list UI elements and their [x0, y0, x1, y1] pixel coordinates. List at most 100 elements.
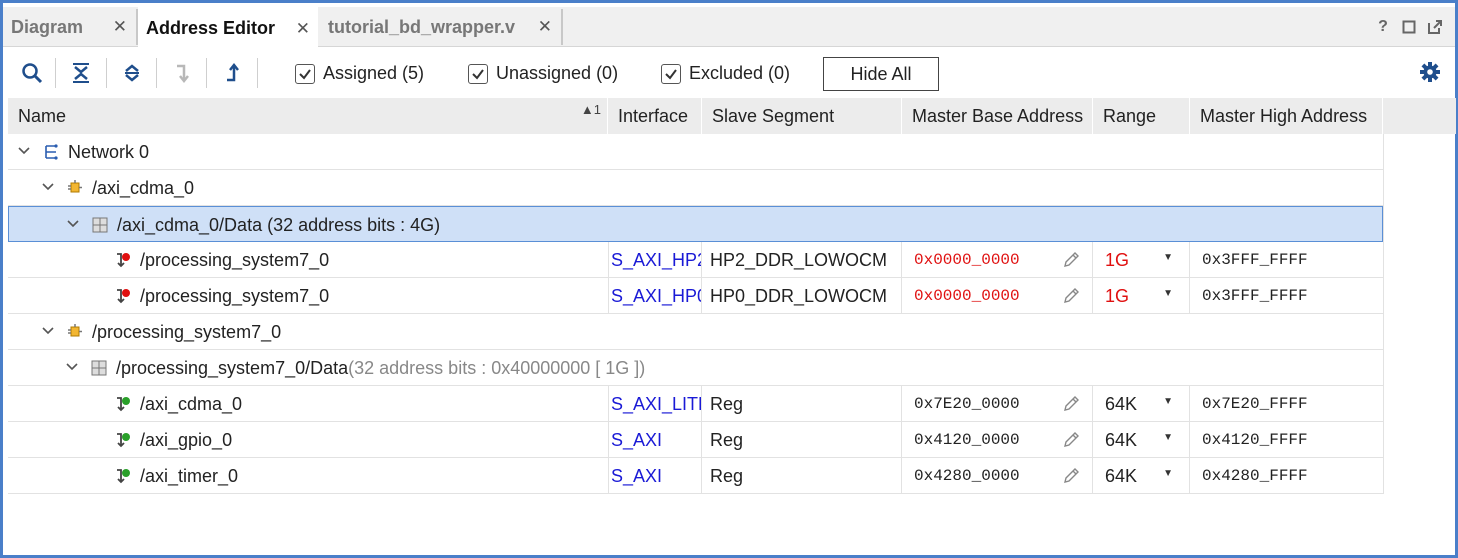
tab-label: Diagram [11, 16, 84, 37]
help-icon[interactable]: ? [1375, 18, 1391, 35]
toolbar-separator [206, 58, 207, 88]
pencil-icon[interactable] [1062, 251, 1080, 269]
column-header-range[interactable]: Range [1093, 98, 1190, 134]
filter-assigned-label: Assigned (5) [323, 63, 425, 83]
slave-green-icon [114, 467, 132, 485]
slave-segment-cell: Reg [702, 386, 902, 422]
master-base-address-cell[interactable]: 0x4120_0000 [902, 422, 1093, 458]
slave-segment-cell: Reg [702, 422, 902, 458]
move-down-icon [167, 58, 197, 88]
pencil-icon[interactable] [1062, 395, 1080, 413]
name-cell: /processing_system7_0 [8, 278, 608, 314]
hide-all-button[interactable]: Hide All [823, 57, 939, 91]
name-cell: /axi_gpio_0 [8, 422, 608, 458]
column-header-label: Master High Address [1200, 105, 1368, 126]
table-row[interactable]: /processing_system7_0 S_AXI_HP2 HP2_DDR_… [8, 242, 1383, 278]
tree-label: /axi_cdma_0 [92, 177, 195, 198]
column-header-master-base-address[interactable]: Master Base Address [902, 98, 1093, 134]
column-header-label: Master Base Address [912, 105, 1084, 126]
pencil-icon[interactable] [1062, 431, 1080, 449]
dropdown-arrow-icon: ▼ [1163, 252, 1173, 263]
pencil-icon[interactable] [1062, 467, 1080, 485]
table-row[interactable]: /processing_system7_0/Data (32 address b… [8, 350, 1383, 386]
table-row[interactable]: /processing_system7_0 [8, 314, 1383, 350]
master-high-address-cell: 0x3FFF_FFFF [1202, 251, 1308, 269]
close-icon[interactable]: ✕ [296, 19, 310, 39]
dropdown-arrow-icon: ▼ [1163, 288, 1173, 299]
master-high-address-cell: 0x7E20_FFFF [1202, 395, 1308, 413]
filter-unassigned[interactable]: Unassigned (0) [468, 63, 618, 84]
range-dropdown[interactable]: 1G ▼ [1093, 278, 1190, 314]
tab-diagram[interactable]: Diagram ✕ [3, 7, 135, 47]
float-icon[interactable] [1427, 19, 1443, 35]
checkbox-unassigned[interactable] [468, 63, 488, 84]
column-header-interface[interactable]: Interface [608, 98, 702, 134]
restore-icon[interactable] [1401, 19, 1417, 35]
checkbox-assigned[interactable] [295, 63, 315, 84]
table-row[interactable]: /axi_cdma_0/Data (32 address bits : 4G) [8, 206, 1383, 242]
search-icon[interactable] [17, 58, 47, 88]
table-row[interactable]: /axi_cdma_0 S_AXI_LITE Reg 0x7E20_0000 6… [8, 386, 1383, 422]
filter-excluded[interactable]: Excluded (0) [661, 63, 790, 84]
table-row[interactable]: Network 0 [8, 134, 1383, 170]
pencil-icon[interactable] [1062, 287, 1080, 305]
chevron-down-icon[interactable] [64, 359, 80, 375]
base-address-value: 0x7E20_0000 [914, 395, 1020, 413]
range-dropdown[interactable]: 64K ▼ [1093, 386, 1190, 422]
column-header-name[interactable]: Name ▲1 [8, 98, 608, 134]
interface-cell: S_AXI_HP0 [608, 278, 702, 314]
interface-cell: S_AXI_LITE [608, 386, 702, 422]
gear-icon[interactable] [1418, 60, 1442, 84]
table-header: Name ▲1 Interface Slave Segment Master B… [8, 98, 1456, 134]
tab-bar: Diagram ✕ Address Editor ✕ tutorial_bd_w… [3, 7, 1455, 48]
range-dropdown[interactable]: 64K ▼ [1093, 458, 1190, 494]
chevron-down-icon[interactable] [40, 179, 56, 195]
column-header-slave-segment[interactable]: Slave Segment [702, 98, 902, 134]
column-header-label: Name [18, 105, 67, 126]
slave-segment-cell: HP2_DDR_LOWOCM [702, 242, 902, 278]
chevron-down-icon[interactable] [16, 143, 32, 159]
master-base-address-cell[interactable]: 0x0000_0000 [902, 242, 1093, 278]
tab-address-editor[interactable]: Address Editor ✕ [138, 7, 318, 48]
range-value: 64K [1105, 429, 1138, 450]
range-dropdown[interactable]: 64K ▼ [1093, 422, 1190, 458]
chevron-down-icon[interactable] [65, 216, 81, 232]
interface-cell: S_AXI_HP2 [608, 242, 702, 278]
slave-green-icon [114, 431, 132, 449]
table-row[interactable]: /axi_cdma_0 [8, 170, 1383, 206]
close-icon[interactable]: ✕ [538, 17, 552, 37]
table-row[interactable]: /axi_gpio_0 S_AXI Reg 0x4120_0000 64K ▼ … [8, 422, 1383, 458]
address-space-icon [91, 216, 109, 234]
table-row[interactable]: /axi_timer_0 S_AXI Reg 0x4280_0000 64K ▼… [8, 458, 1383, 494]
tree-label: /axi_cdma_0 [140, 393, 243, 414]
range-value: 1G [1105, 249, 1130, 270]
tree-label: /axi_timer_0 [140, 465, 239, 486]
master-base-address-cell[interactable]: 0x0000_0000 [902, 278, 1093, 314]
column-header-master-high-address[interactable]: Master High Address [1190, 98, 1383, 134]
checkbox-excluded[interactable] [661, 63, 681, 84]
filter-assigned[interactable]: Assigned (5) [295, 63, 424, 84]
expand-all-icon[interactable] [117, 58, 147, 88]
table-row[interactable]: /processing_system7_0 S_AXI_HP0 HP0_DDR_… [8, 278, 1383, 314]
base-address-value: 0x0000_0000 [914, 251, 1020, 269]
name-cell: /processing_system7_0 [8, 242, 608, 278]
tree-label: /axi_gpio_0 [140, 429, 233, 450]
toolbar-separator [106, 58, 107, 88]
slave-red-icon [114, 287, 132, 305]
collapse-all-icon[interactable] [66, 58, 96, 88]
ip-block-icon [66, 179, 84, 197]
chevron-down-icon[interactable] [40, 323, 56, 339]
slave-segment-cell: Reg [702, 458, 902, 494]
sort-order: 1 [593, 102, 601, 117]
move-up-icon[interactable] [217, 58, 247, 88]
close-icon[interactable]: ✕ [113, 17, 127, 37]
master-base-address-cell[interactable]: 0x4280_0000 [902, 458, 1093, 494]
interface-cell: S_AXI [608, 422, 702, 458]
range-dropdown[interactable]: 1G ▼ [1093, 242, 1190, 278]
tab-label: tutorial_bd_wrapper.v [328, 16, 516, 37]
slave-segment-cell: HP0_DDR_LOWOCM [702, 278, 902, 314]
tree-label: /processing_system7_0/Data (32 address b… [116, 350, 645, 386]
tab-tutorial-bd-wrapper[interactable]: tutorial_bd_wrapper.v ✕ [320, 7, 560, 47]
master-base-address-cell[interactable]: 0x7E20_0000 [902, 386, 1093, 422]
column-header-label: Slave Segment [712, 105, 835, 126]
